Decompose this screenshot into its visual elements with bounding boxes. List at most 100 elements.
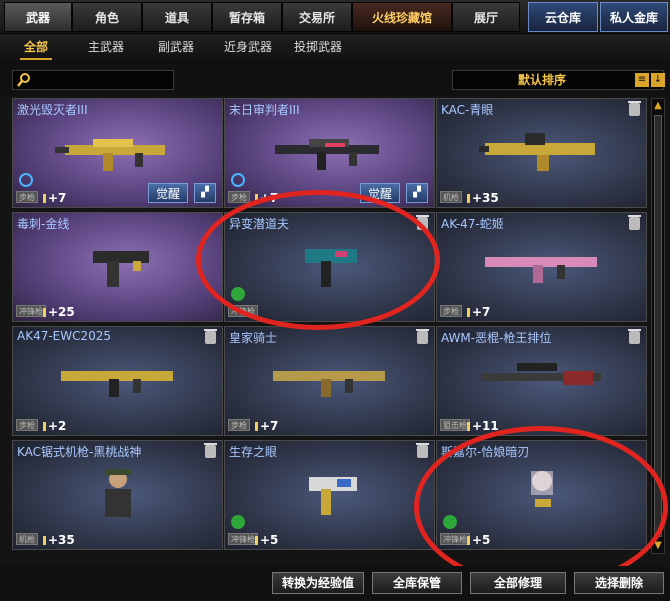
category-badge: 步枪 (440, 305, 462, 317)
awaken-button[interactable]: 觉醒 (360, 183, 400, 203)
item-card[interactable]: 毒刺-金线 冲锋枪 +25 (12, 212, 223, 322)
subtab-throwing[interactable]: 投掷武器 (294, 34, 342, 64)
tab-weapons[interactable]: 武器 (4, 2, 72, 32)
level-value: +5 (260, 533, 279, 547)
rifle-image (273, 371, 385, 397)
tab-showroom[interactable]: 展厅 (452, 2, 520, 32)
enhance-level: +5 (467, 533, 490, 547)
trash-icon[interactable] (416, 443, 429, 458)
tab-characters[interactable]: 角色 (72, 2, 142, 32)
green-badge-icon (231, 287, 245, 301)
trash-icon[interactable] (204, 443, 217, 458)
preview-icon[interactable]: ▞ (406, 183, 428, 203)
tab-items[interactable]: 道具 (142, 2, 212, 32)
search-input[interactable] (12, 70, 174, 90)
subtab-primary[interactable]: 主武器 (88, 34, 124, 64)
bullet-icon (467, 422, 470, 431)
level-value: +5 (472, 533, 491, 547)
character-image (531, 471, 553, 507)
item-card[interactable]: KAC锯式机枪-黑桃战神 机枪 +35 (12, 440, 223, 550)
tab-cloud-warehouse[interactable]: 云仓库 (528, 2, 598, 32)
item-card[interactable]: AK-47-蛇姬 步枪 +7 (436, 212, 647, 322)
trash-icon[interactable] (416, 215, 429, 230)
bullet-icon (255, 422, 258, 431)
item-card[interactable]: AWM-恶棍-枪王排位 狙击枪 +11 (436, 326, 647, 436)
bullet-icon (43, 194, 46, 203)
category-badge: 冲锋枪 (16, 305, 46, 317)
bullet-icon (255, 194, 258, 203)
store-all-button[interactable]: 全库保管 (372, 572, 462, 594)
level-value: +7 (472, 305, 491, 319)
scroll-up-icon[interactable]: ▲ (653, 101, 663, 111)
tab-collection-hall[interactable]: 火线珍藏馆 (352, 2, 452, 32)
level-value: +11 (472, 419, 499, 433)
item-card[interactable]: 激光毁灭者III 步枪 +7 觉醒 ▞ (12, 98, 223, 208)
item-card[interactable]: 斯嘉尔-恰娘暗刃 冲锋枪 +5 (436, 440, 647, 550)
top-tab-bar: 武器 角色 道具 暂存箱 交易所 火线珍藏馆 展厅 云仓库 私人金库 (0, 0, 670, 34)
search-icon (17, 73, 30, 87)
item-card[interactable]: 皇家骑士 步枪 +7 (224, 326, 435, 436)
level-value: +2 (48, 419, 67, 433)
item-card[interactable]: 末日审判者III 步枪 +7 觉醒 ▞ (224, 98, 435, 208)
category-badge: 狙击枪 (440, 419, 470, 431)
awaken-button[interactable]: 觉醒 (148, 183, 188, 203)
repair-all-button[interactable]: 全部修理 (470, 572, 566, 594)
trash-icon[interactable] (628, 329, 641, 344)
preview-icon[interactable]: ▞ (194, 183, 216, 203)
sub-tab-bar: 全部 主武器 副武器 近身武器 投掷武器 (0, 34, 670, 64)
level-value: +25 (48, 305, 75, 319)
subtab-all[interactable]: 全部 (19, 34, 53, 64)
category-badge: 机枪 (440, 191, 462, 203)
enhance-level: +5 (255, 533, 278, 547)
trash-icon[interactable] (628, 101, 641, 116)
trash-icon[interactable] (416, 329, 429, 344)
tab-storage-box[interactable]: 暂存箱 (212, 2, 282, 32)
enhance-level: +35 (43, 533, 75, 547)
item-name: 激光毁灭者III (17, 103, 88, 117)
item-card[interactable]: 生存之眼 冲锋枪 +5 (224, 440, 435, 550)
subtab-secondary[interactable]: 副武器 (158, 34, 194, 64)
enhance-level: +7 (467, 305, 490, 319)
category-badge: 冲锋枪 (228, 305, 258, 317)
scroll-down-icon[interactable]: ▼ (653, 541, 663, 551)
machine-gun-image (479, 133, 595, 171)
subtab-melee[interactable]: 近身武器 (224, 34, 272, 64)
convert-to-exp-button[interactable]: 转换为经验值 (272, 572, 364, 594)
sort-order-icon[interactable]: ↓ (651, 73, 665, 87)
enhance-level: +7 (255, 419, 278, 433)
item-name: 皇家骑士 (229, 331, 278, 345)
level-value: +7 (48, 191, 67, 205)
level-value: +35 (48, 533, 75, 547)
sort-dropdown[interactable]: 默认排序 ≡ ↓ (452, 70, 665, 90)
bullet-icon (255, 536, 258, 545)
item-name: 斯嘉尔-恰娘暗刃 (441, 445, 530, 459)
bullet-icon (467, 536, 470, 545)
item-name: AK47-EWC2025 (17, 329, 112, 343)
scroll-thumb[interactable] (654, 115, 662, 537)
smg-image (309, 477, 357, 515)
category-badge: 步枪 (16, 191, 38, 203)
tab-exchange[interactable]: 交易所 (282, 2, 352, 32)
filter-row: 默认排序 ≡ ↓ (0, 64, 670, 96)
select-delete-button[interactable]: 选择删除 (574, 572, 664, 594)
item-name: AWM-恶棍-枪王排位 (441, 331, 552, 345)
item-card[interactable]: KAC-青眼 机枪 +35 (436, 98, 647, 208)
item-card[interactable]: 异变潜道夫 冲锋枪 (224, 212, 435, 322)
bullet-icon (43, 422, 46, 431)
enhance-level: +7 (255, 191, 278, 205)
enhance-level: +2 (43, 419, 66, 433)
item-name: AK-47-蛇姬 (441, 217, 504, 231)
bullet-icon (43, 536, 46, 545)
smg-image (305, 249, 357, 287)
list-icon[interactable]: ≡ (635, 73, 649, 87)
enhance-level: +11 (467, 419, 499, 433)
vertical-scrollbar[interactable]: ▲ ▼ (651, 98, 665, 554)
item-name: 毒刺-金线 (17, 217, 70, 231)
item-card[interactable]: AK47-EWC2025 步枪 +2 (12, 326, 223, 436)
trash-icon[interactable] (628, 215, 641, 230)
item-name: 末日审判者III (229, 103, 300, 117)
bullet-icon (467, 194, 470, 203)
tab-private-vault[interactable]: 私人金库 (600, 2, 668, 32)
trash-icon[interactable] (204, 329, 217, 344)
bottom-action-bar: 转换为经验值 全库保管 全部修理 选择删除 (0, 566, 670, 601)
